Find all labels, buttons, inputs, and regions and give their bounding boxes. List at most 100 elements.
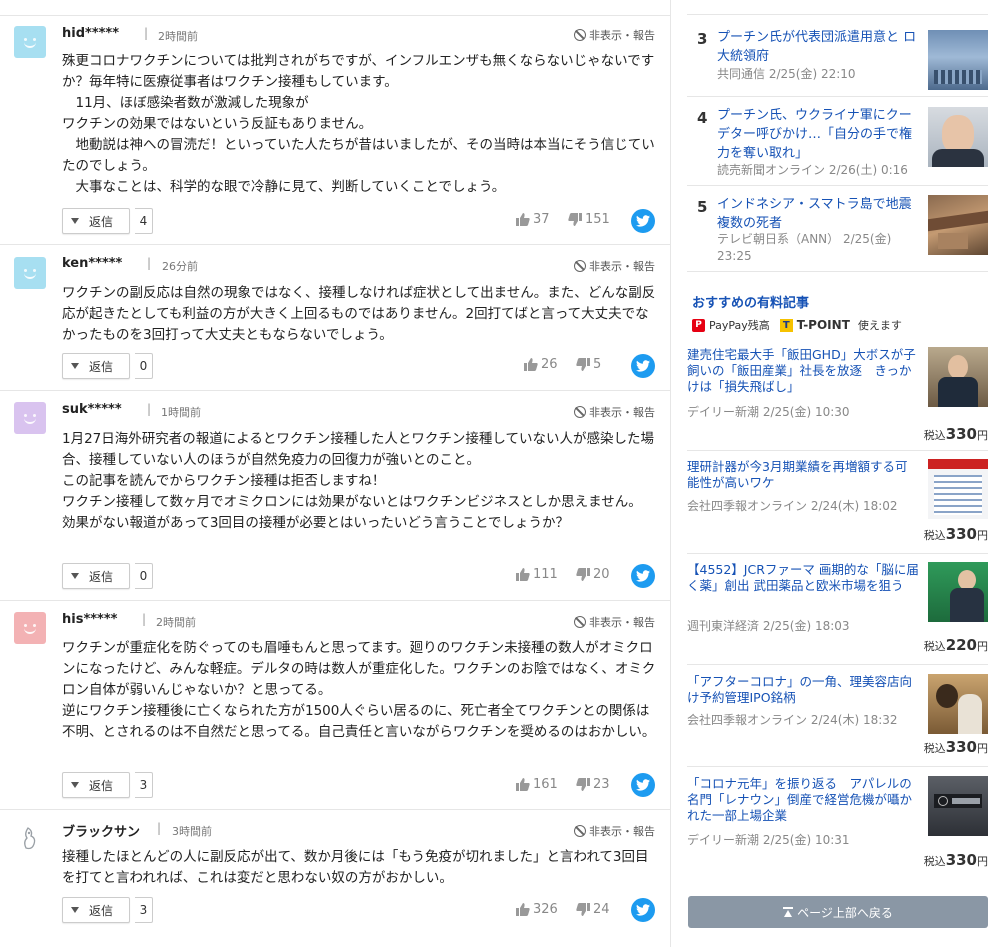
paid-article-meta: デイリー新潮 2/25(金) 10:31 — [687, 833, 850, 847]
reply-label: 返信 — [89, 214, 114, 229]
paid-article-title[interactable]: 「アフターコロナ」の一角、理美容店向け予約管理IPO銘柄 — [687, 674, 919, 706]
thumbs-up-icon — [516, 778, 530, 791]
dislike-button[interactable]: 20 — [576, 567, 610, 582]
dislike-button[interactable]: 24 — [576, 902, 610, 917]
reply-button[interactable]: 返信 — [62, 208, 130, 234]
payment-methods: P PayPay残高 T T-POINT 使えます — [692, 317, 902, 333]
comment-username[interactable]: hid***** — [62, 26, 119, 41]
dislike-button[interactable]: 23 — [576, 777, 610, 792]
paid-article[interactable]: 【4552】JCRファーマ 画期的な「脳に届く薬」創出 武田薬品と欧米市場を狙う… — [687, 554, 988, 665]
comment-time: 2時間前 — [158, 30, 198, 43]
reply-button[interactable]: 返信 — [62, 563, 130, 589]
avatar — [14, 612, 46, 644]
twitter-share-button[interactable] — [631, 564, 655, 588]
ranking-thumbnail[interactable] — [928, 30, 988, 90]
comment-username[interactable]: ブラックサン — [62, 821, 140, 840]
paid-article-thumbnail[interactable] — [928, 562, 988, 622]
like-count: 37 — [533, 212, 550, 227]
thumbs-down-icon — [576, 903, 590, 916]
hide-icon — [574, 825, 586, 837]
ranking-title[interactable]: プーチン氏、ウクライナ軍にクーデター呼びかけ…「自分の手で権力を奪い取れ」 — [717, 106, 917, 163]
price-value: 330 — [945, 738, 977, 756]
twitter-share-button[interactable] — [631, 354, 655, 378]
comment: ken***** | 26分前 非表示・報告 ワクチンの副反応は自然の現象ではな… — [0, 245, 671, 391]
price-suffix: 円 — [977, 529, 988, 542]
paid-article[interactable]: 「コロナ元年」を振り返る アパレルの名門「レナウン」倒産で経営危機が囁かれた一部… — [687, 767, 988, 877]
hide-report-link[interactable]: 非表示・報告 — [574, 614, 655, 630]
dislike-count: 20 — [593, 567, 610, 582]
paid-article-title[interactable]: 「コロナ元年」を振り返る アパレルの名門「レナウン」倒産で経営危機が囁かれた一部… — [687, 776, 919, 824]
price-suffix: 円 — [977, 855, 988, 868]
comment-time: 26分前 — [162, 260, 198, 273]
comment: suk***** | 1時間前 非表示・報告 1月27日海外研究者の報道によると… — [0, 391, 671, 601]
twitter-share-button[interactable] — [631, 898, 655, 922]
like-button[interactable]: 37 — [516, 212, 550, 227]
twitter-share-button[interactable] — [631, 209, 655, 233]
ranking-item[interactable]: 4 プーチン氏、ウクライナ軍にクーデター呼びかけ…「自分の手で権力を奪い取れ」 … — [687, 97, 988, 186]
ranking-thumbnail[interactable] — [928, 195, 988, 255]
paid-article-price: 税込330円 — [924, 851, 988, 869]
comment-time: 3時間前 — [172, 825, 212, 838]
paid-article-price: 税込330円 — [924, 525, 988, 543]
avatar — [14, 822, 46, 854]
separator: | — [157, 821, 162, 835]
back-to-top-label: ページ上部へ戻る — [797, 905, 893, 920]
paid-article-title[interactable]: 建売住宅最大手「飯田GHD」大ボスが子飼いの「飯田産業」社長を放逐 きっかけは「… — [687, 347, 919, 395]
separator: | — [144, 26, 149, 40]
chevron-down-icon — [71, 782, 79, 788]
comment-text: ワクチンが重症化を防ぐってのも眉唾もんと思ってます。廻りのワクチン未接種の数人が… — [62, 640, 656, 740]
price-prefix: 税込 — [923, 529, 946, 542]
thumbs-down-icon — [576, 778, 590, 791]
comment-username[interactable]: suk***** — [62, 402, 122, 417]
dislike-button[interactable]: 151 — [568, 212, 610, 227]
paid-article-thumbnail[interactable] — [928, 347, 988, 407]
comment: hid***** | 2時間前 非表示・報告 殊更コロナワクチンについては批判さ… — [0, 16, 671, 245]
paid-article-meta: デイリー新潮 2/25(金) 10:30 — [687, 405, 850, 419]
ranking-title[interactable]: プーチン氏が代表団派遣用意と ロ大統領府 — [717, 28, 917, 66]
hide-report-link[interactable]: 非表示・報告 — [574, 258, 655, 274]
comment: his***** | 2時間前 非表示・報告 ワクチンが重症化を防ぐってのも眉唾… — [0, 601, 671, 810]
comment-username[interactable]: his***** — [62, 612, 117, 627]
dislike-button[interactable]: 5 — [576, 357, 601, 372]
paid-article-thumbnail[interactable] — [928, 459, 988, 519]
reply-button[interactable]: 返信 — [62, 897, 130, 923]
paid-article[interactable]: 建売住宅最大手「飯田GHD」大ボスが子飼いの「飯田産業」社長を放逐 きっかけは「… — [687, 341, 988, 451]
paid-article[interactable]: 「アフターコロナ」の一角、理美容店向け予約管理IPO銘柄 会社四季報オンライン … — [687, 665, 988, 767]
twitter-share-button[interactable] — [631, 773, 655, 797]
ranking-item[interactable]: 5 インドネシア・スマトラ島で地震 複数の死者 テレビ朝日系（ANN） 2/25… — [687, 186, 988, 272]
reply-button[interactable]: 返信 — [62, 772, 130, 798]
price-value: 330 — [945, 851, 977, 869]
comment-text: ワクチンの副反応は自然の現象ではなく、接種しなければ症状として出ません。また、ど… — [62, 285, 656, 343]
like-button[interactable]: 326 — [516, 902, 558, 917]
like-button[interactable]: 161 — [516, 777, 558, 792]
paid-article-price: 税込220円 — [924, 636, 988, 654]
sidebar: 3 プーチン氏が代表団派遣用意と ロ大統領府 共同通信 2/25(金) 22:1… — [672, 0, 1003, 947]
reply-button[interactable]: 返信 — [62, 353, 130, 379]
price-suffix: 円 — [977, 742, 988, 755]
paid-article-thumbnail[interactable] — [928, 776, 988, 836]
paid-article[interactable]: 理研計器が今3月期業績を再増額する可能性が高いワケ 会社四季報オンライン 2/2… — [687, 451, 988, 554]
comment-username[interactable]: ken***** — [62, 256, 122, 271]
paid-article-title[interactable]: 理研計器が今3月期業績を再増額する可能性が高いワケ — [687, 459, 919, 491]
paid-article-title[interactable]: 【4552】JCRファーマ 画期的な「脳に届く薬」創出 武田薬品と欧米市場を狙う — [687, 562, 919, 594]
ranking-title[interactable]: インドネシア・スマトラ島で地震 複数の死者 — [717, 195, 917, 233]
like-button[interactable]: 111 — [516, 567, 558, 582]
comment-list: hid***** | 2時間前 非表示・報告 殊更コロナワクチンについては批判さ… — [0, 0, 671, 947]
twitter-bird-icon — [636, 215, 650, 227]
hide-report-label: 非表示・報告 — [589, 29, 655, 42]
avatar — [14, 402, 46, 434]
ranking-item[interactable]: 3 プーチン氏が代表団派遣用意と ロ大統領府 共同通信 2/25(金) 22:1… — [687, 15, 988, 97]
hide-report-label: 非表示・報告 — [589, 260, 655, 273]
chevron-down-icon — [71, 907, 79, 913]
hide-report-link[interactable]: 非表示・報告 — [574, 27, 655, 43]
comment-text: 接種したほとんどの人に副反応が出て、数か月後には「もう免疫が切れました」と言われ… — [62, 849, 649, 886]
back-to-top-button[interactable]: ページ上部へ戻る — [688, 896, 988, 928]
paid-article-price: 税込330円 — [924, 425, 988, 443]
ranking-thumbnail[interactable] — [928, 107, 988, 167]
paid-article-thumbnail[interactable] — [928, 674, 988, 734]
price-value: 330 — [945, 425, 977, 443]
ranking-meta: 読売新聞オンライン 2/26(土) 0:16 — [717, 163, 908, 177]
hide-report-link[interactable]: 非表示・報告 — [574, 823, 655, 839]
like-button[interactable]: 26 — [524, 357, 558, 372]
hide-report-link[interactable]: 非表示・報告 — [574, 404, 655, 420]
